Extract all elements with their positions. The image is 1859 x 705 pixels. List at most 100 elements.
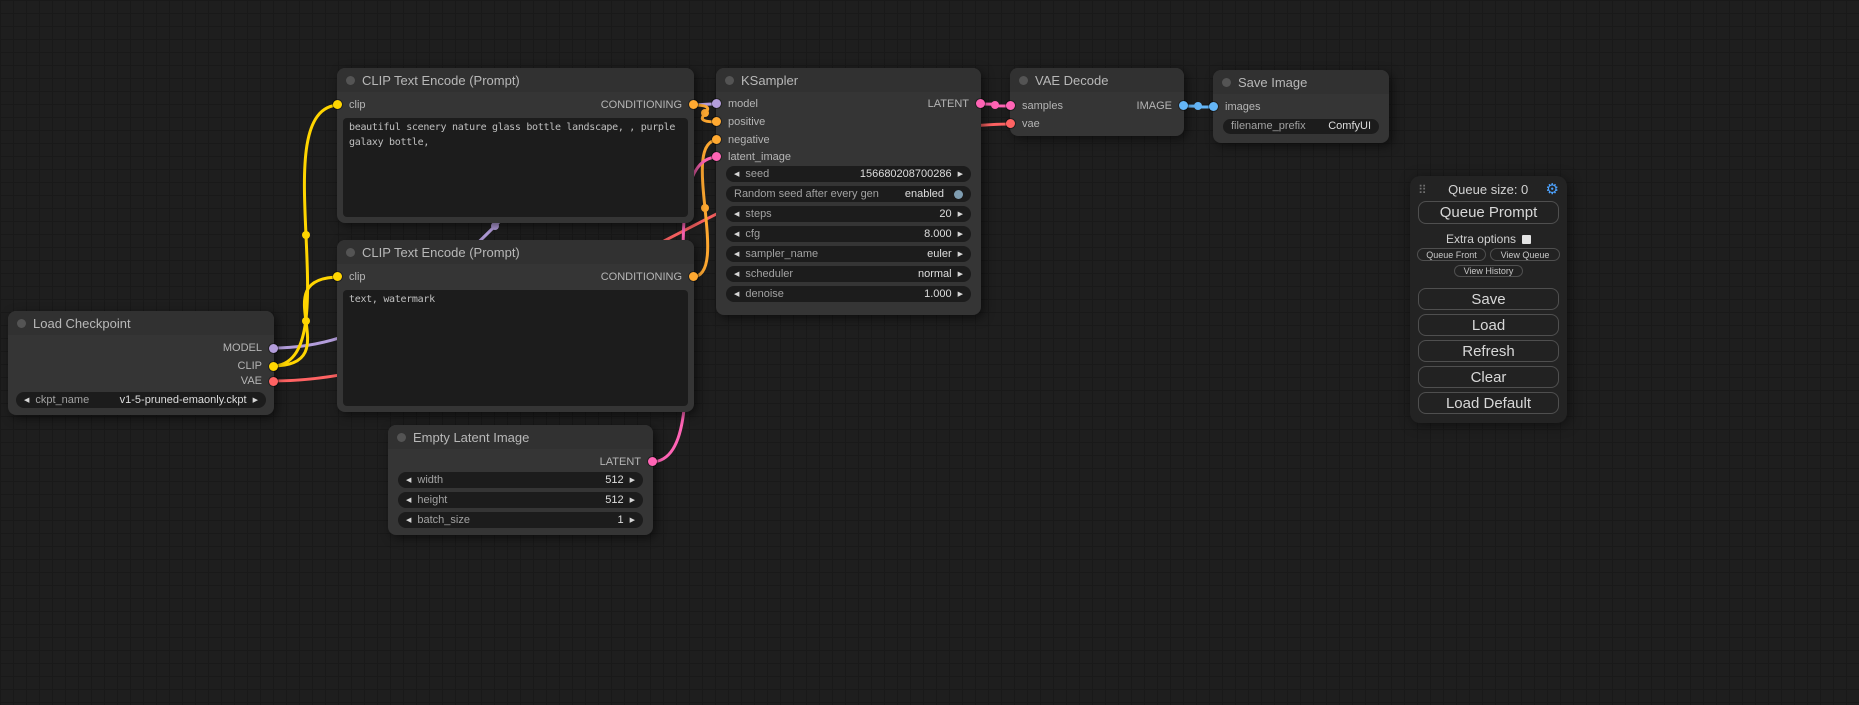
clear-button[interactable]: Clear xyxy=(1418,366,1559,388)
increment-arrow-icon[interactable]: ▶ xyxy=(958,171,963,178)
output-slot-vae[interactable] xyxy=(269,377,278,386)
node-save-image[interactable]: Save Image images filename_prefix ComfyU… xyxy=(1213,70,1389,143)
increment-arrow-icon[interactable]: ▶ xyxy=(958,291,963,298)
widget-random-seed[interactable]: Random seed after every gen enabled xyxy=(726,186,971,202)
load-button[interactable]: Load xyxy=(1418,314,1559,336)
node-title-bar[interactable]: CLIP Text Encode (Prompt) xyxy=(337,68,694,92)
widget-name: ckpt_name xyxy=(35,393,89,408)
input-slot-samples[interactable] xyxy=(1006,101,1015,110)
node-collapse-dot-icon[interactable] xyxy=(17,319,26,328)
input-slot-negative[interactable] xyxy=(712,135,721,144)
node-title-bar[interactable]: Save Image xyxy=(1213,70,1389,94)
output-label-latent: LATENT xyxy=(600,455,641,469)
node-title-bar[interactable]: Load Checkpoint xyxy=(8,311,274,335)
widget-batch-size[interactable]: ◀ batch_size 1 ▶ xyxy=(398,512,643,528)
prompt-textarea[interactable]: beautiful scenery nature glass bottle la… xyxy=(343,118,688,217)
input-slot-clip[interactable] xyxy=(333,272,342,281)
output-slot-model[interactable] xyxy=(269,344,278,353)
extra-options-checkbox[interactable] xyxy=(1522,235,1531,244)
increment-arrow-icon[interactable]: ▶ xyxy=(958,251,963,258)
extra-options-row: Extra options xyxy=(1410,232,1567,246)
increment-arrow-icon[interactable]: ▶ xyxy=(630,497,635,504)
widget-ckpt-name[interactable]: ◀ ckpt_name v1-5-pruned-emaonly.ckpt ▶ xyxy=(16,392,266,408)
decrement-arrow-icon[interactable]: ◀ xyxy=(406,517,411,524)
increment-arrow-icon[interactable]: ▶ xyxy=(958,271,963,278)
queue-panel: ⠿ Queue size: 0 ⚙ Queue Prompt Extra opt… xyxy=(1410,176,1567,423)
node-title-bar[interactable]: KSampler xyxy=(716,68,981,92)
prompt-textarea[interactable]: text, watermark xyxy=(343,290,688,406)
widget-height[interactable]: ◀ height 512 ▶ xyxy=(398,492,643,508)
node-title-bar[interactable]: CLIP Text Encode (Prompt) xyxy=(337,240,694,264)
queue-prompt-button[interactable]: Queue Prompt xyxy=(1418,201,1559,224)
decrement-arrow-icon[interactable]: ◀ xyxy=(406,497,411,504)
decrement-arrow-icon[interactable]: ◀ xyxy=(734,251,739,258)
queue-front-button[interactable]: Queue Front xyxy=(1417,248,1486,261)
decrement-arrow-icon[interactable]: ◀ xyxy=(734,271,739,278)
save-button[interactable]: Save xyxy=(1418,288,1559,310)
decrement-arrow-icon[interactable]: ◀ xyxy=(734,211,739,218)
link-midpoint-dot xyxy=(1194,102,1202,110)
drag-handle-icon[interactable]: ⠿ xyxy=(1418,183,1427,197)
output-slot-image[interactable] xyxy=(1179,101,1188,110)
refresh-button[interactable]: Refresh xyxy=(1418,340,1559,362)
increment-arrow-icon[interactable]: ▶ xyxy=(630,517,635,524)
widget-steps[interactable]: ◀ steps 20 ▶ xyxy=(726,206,971,222)
increment-arrow-icon[interactable]: ▶ xyxy=(958,211,963,218)
node-vae-decode[interactable]: VAE Decode samples IMAGE vae xyxy=(1010,68,1184,136)
decrement-arrow-icon[interactable]: ◀ xyxy=(406,477,411,484)
node-load-checkpoint[interactable]: Load Checkpoint MODEL CLIP VAE ◀ ckpt_na… xyxy=(8,311,274,415)
node-title: Empty Latent Image xyxy=(413,430,529,445)
widget-value: 512 xyxy=(605,473,623,488)
output-slot-clip[interactable] xyxy=(269,362,278,371)
output-label-conditioning: CONDITIONING xyxy=(601,98,682,112)
input-slot-latent-image[interactable] xyxy=(712,152,721,161)
widget-denoise[interactable]: ◀ denoise 1.000 ▶ xyxy=(726,286,971,302)
widget-sampler-name[interactable]: ◀ sampler_name euler ▶ xyxy=(726,246,971,262)
decrement-arrow-icon[interactable]: ◀ xyxy=(734,291,739,298)
widget-seed[interactable]: ◀ seed 156680208700286 ▶ xyxy=(726,166,971,182)
node-collapse-dot-icon[interactable] xyxy=(397,433,406,442)
input-slot-positive[interactable] xyxy=(712,117,721,126)
widget-cfg[interactable]: ◀ cfg 8.000 ▶ xyxy=(726,226,971,242)
node-collapse-dot-icon[interactable] xyxy=(1019,76,1028,85)
settings-gear-icon[interactable]: ⚙ xyxy=(1546,182,1559,197)
decrement-arrow-icon[interactable]: ◀ xyxy=(24,397,29,404)
node-graph-canvas[interactable]: Load Checkpoint MODEL CLIP VAE ◀ ckpt_na… xyxy=(0,0,1859,705)
node-title-bar[interactable]: Empty Latent Image xyxy=(388,425,653,449)
widget-name: cfg xyxy=(745,227,760,242)
node-collapse-dot-icon[interactable] xyxy=(346,248,355,257)
input-slot-clip[interactable] xyxy=(333,100,342,109)
input-slot-images[interactable] xyxy=(1209,102,1218,111)
widget-name: steps xyxy=(745,207,771,222)
increment-arrow-icon[interactable]: ▶ xyxy=(253,397,258,404)
widget-filename-prefix[interactable]: filename_prefix ComfyUI xyxy=(1223,119,1379,134)
output-slot-conditioning[interactable] xyxy=(689,100,698,109)
node-ksampler[interactable]: KSampler model LATENT positive negative … xyxy=(716,68,981,315)
node-collapse-dot-icon[interactable] xyxy=(1222,78,1231,87)
output-slot-conditioning[interactable] xyxy=(689,272,698,281)
increment-arrow-icon[interactable]: ▶ xyxy=(630,477,635,484)
link-midpoint-dot xyxy=(701,204,709,212)
random-seed-toggle[interactable] xyxy=(954,190,963,199)
input-slot-model[interactable] xyxy=(712,99,721,108)
node-clip-text-encode-positive[interactable]: CLIP Text Encode (Prompt) clip CONDITION… xyxy=(337,68,694,223)
node-clip-text-encode-negative[interactable]: CLIP Text Encode (Prompt) clip CONDITION… xyxy=(337,240,694,412)
input-slot-vae[interactable] xyxy=(1006,119,1015,128)
node-collapse-dot-icon[interactable] xyxy=(346,76,355,85)
widget-width[interactable]: ◀ width 512 ▶ xyxy=(398,472,643,488)
node-title-bar[interactable]: VAE Decode xyxy=(1010,68,1184,92)
widget-scheduler[interactable]: ◀ scheduler normal ▶ xyxy=(726,266,971,282)
output-slot-latent[interactable] xyxy=(648,457,657,466)
decrement-arrow-icon[interactable]: ◀ xyxy=(734,171,739,178)
widget-name: denoise xyxy=(745,287,784,302)
node-empty-latent-image[interactable]: Empty Latent Image LATENT ◀ width 512 ▶ … xyxy=(388,425,653,535)
view-history-button[interactable]: View History xyxy=(1454,265,1523,277)
view-queue-button[interactable]: View Queue xyxy=(1490,248,1560,261)
link-midpoint-dot xyxy=(302,317,310,325)
input-label-negative: negative xyxy=(728,133,770,147)
node-collapse-dot-icon[interactable] xyxy=(725,76,734,85)
load-default-button[interactable]: Load Default xyxy=(1418,392,1559,414)
decrement-arrow-icon[interactable]: ◀ xyxy=(734,231,739,238)
increment-arrow-icon[interactable]: ▶ xyxy=(958,231,963,238)
output-slot-latent[interactable] xyxy=(976,99,985,108)
